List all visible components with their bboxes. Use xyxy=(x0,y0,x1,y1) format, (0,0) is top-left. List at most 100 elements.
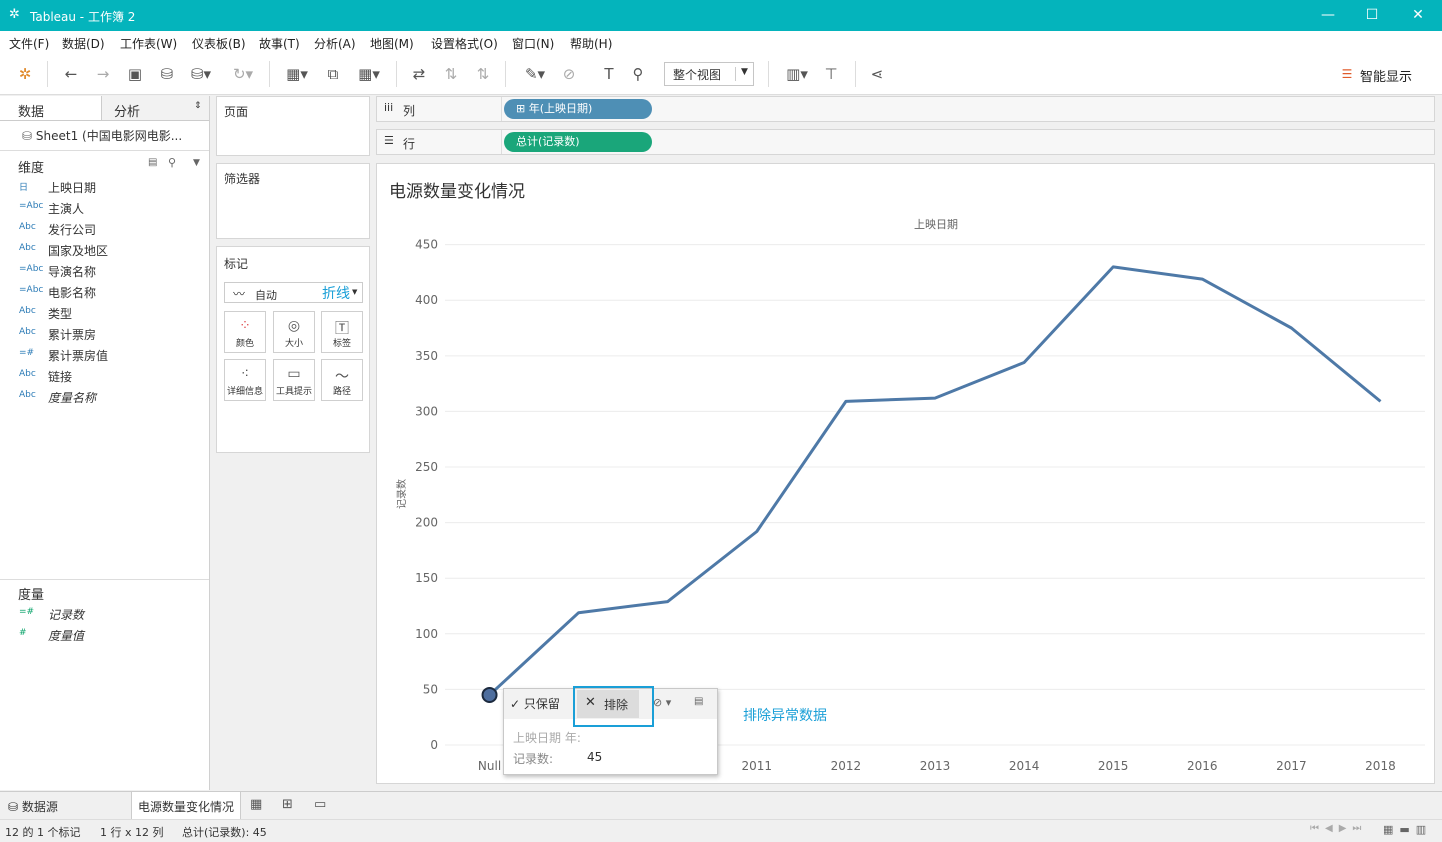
detail-button[interactable]: ⁖ 详细信息 xyxy=(224,359,266,401)
marks-label: 标记 xyxy=(224,257,249,271)
redo-icon[interactable]: → xyxy=(92,63,114,85)
status-marks: 12 的 1 个标记 xyxy=(5,826,81,839)
color-button[interactable]: ⁘ 颜色 xyxy=(224,311,266,353)
tooltip-field1-label: 上映日期 年: xyxy=(513,731,581,745)
save-icon[interactable]: ▣ xyxy=(124,63,146,85)
view-data-icon[interactable]: ▤ xyxy=(694,696,703,707)
pin-icon[interactable]: ⚲ xyxy=(627,63,649,85)
measure-field[interactable]: # 度量值 xyxy=(0,625,209,645)
group-icon[interactable]: ⊘ xyxy=(558,63,580,85)
show-cards-icon[interactable]: ▥▾ xyxy=(780,63,814,85)
menu-window[interactable]: 窗口(N) xyxy=(512,35,554,52)
dimension-field[interactable]: Abc 度量名称 xyxy=(0,387,209,407)
pause-update-icon[interactable]: ⛁▾ xyxy=(186,63,216,85)
dimension-field[interactable]: Abc 国家及地区 xyxy=(0,240,209,260)
datasource-tab[interactable]: ⛁ 数据源 xyxy=(8,798,58,815)
x-tick-label: 2018 xyxy=(1365,759,1396,773)
keep-only-button[interactable]: ✓ 只保留 xyxy=(510,695,560,712)
field-name: 累计票房值 xyxy=(48,349,109,363)
pages-card[interactable]: 页面 xyxy=(216,96,370,156)
sort-descending-icon[interactable]: ⇅ xyxy=(472,63,494,85)
close-button[interactable]: ✕ xyxy=(1403,4,1433,26)
share-icon[interactable]: ⋖ xyxy=(866,63,888,85)
tab-data[interactable]: 数据 xyxy=(0,96,101,121)
column-header: 上映日期 xyxy=(914,218,958,231)
dimension-field[interactable]: Abc 发行公司 xyxy=(0,219,209,239)
sheet-nav-icons[interactable]: ⏮◀▶⏭ xyxy=(1310,823,1367,834)
rows-shelf[interactable]: ☰ 行 总计(记录数) xyxy=(376,129,1435,155)
undo-icon[interactable]: ← xyxy=(60,63,82,85)
dimension-field[interactable]: 日 上映日期 xyxy=(0,177,209,197)
dimension-field[interactable]: Abc 类型 xyxy=(0,303,209,323)
field-name: 发行公司 xyxy=(48,223,97,237)
menu-worksheet[interactable]: 工作表(W) xyxy=(120,35,177,52)
datasource-tab-label: 数据源 xyxy=(21,800,58,814)
size-button[interactable]: ◎ 大小 xyxy=(273,311,315,353)
show-labels-icon[interactable]: T xyxy=(598,63,620,85)
datasource-item[interactable]: ⛁ Sheet1 (中国电影网电影... xyxy=(22,127,182,144)
menu-file[interactable]: 文件(F) xyxy=(9,35,49,52)
close-icon: ✕ xyxy=(585,695,596,710)
view-mode-icons[interactable]: ▦▬▥ xyxy=(1383,823,1432,836)
swap-rows-columns-icon[interactable]: ⇄ xyxy=(408,63,430,85)
columns-shelf[interactable]: iii 列 ⊞ 年(上映日期) xyxy=(376,96,1435,122)
highlight-icon[interactable]: ✎▾ xyxy=(518,63,552,85)
menu-bar: 文件(F) 数据(D) 工作表(W) 仪表板(B) 故事(T) 分析(A) 地图… xyxy=(0,31,1442,53)
dimension-field[interactable]: Abc 累计票房 xyxy=(0,324,209,344)
new-story-tab-icon[interactable]: ▭ xyxy=(314,797,326,812)
rows-pill[interactable]: 总计(记录数) xyxy=(504,132,652,152)
fit-dropdown[interactable]: 整个视图 ▼ xyxy=(664,62,754,86)
menu-format[interactable]: 设置格式(O) xyxy=(431,35,498,52)
minimize-button[interactable]: — xyxy=(1313,4,1343,26)
field-type-icon: =Abc xyxy=(19,264,44,274)
dropdown-icon[interactable]: ▼ xyxy=(193,158,200,168)
refresh-icon[interactable]: ↻▾ xyxy=(226,63,260,85)
dimension-field[interactable]: =Abc 电影名称 xyxy=(0,282,209,302)
measure-field[interactable]: =# 记录数 xyxy=(0,604,209,624)
menu-analysis[interactable]: 分析(A) xyxy=(314,35,356,52)
mark-type-dropdown[interactable]: 〰 自动 折线 ▼ xyxy=(224,282,363,303)
show-me-button[interactable]: 智能显示 xyxy=(1360,66,1412,85)
dimension-field[interactable]: =Abc 导演名称 xyxy=(0,261,209,281)
dimension-field[interactable]: Abc 链接 xyxy=(0,366,209,386)
field-type-icon: =Abc xyxy=(19,285,44,295)
maximize-button[interactable]: ☐ xyxy=(1357,4,1387,26)
dimension-field[interactable]: =# 累计票房值 xyxy=(0,345,209,365)
tooltip-button[interactable]: ▭ 工具提示 xyxy=(273,359,315,401)
search-icon[interactable]: ⚲ xyxy=(168,156,176,169)
new-dashboard-tab-icon[interactable]: ⊞ xyxy=(282,797,293,812)
selected-data-point[interactable] xyxy=(481,686,498,703)
line-mark-icon: 〰 xyxy=(233,287,246,301)
menu-dashboard[interactable]: 仪表板(B) xyxy=(192,35,246,52)
tab-analysis[interactable]: 分析 ⇕ xyxy=(101,96,209,121)
clear-sheet-icon[interactable]: ▦▾ xyxy=(352,63,386,85)
filters-card[interactable]: 筛选器 xyxy=(216,163,370,239)
path-label: 路径 xyxy=(332,387,351,397)
group-members-icon[interactable]: ⊘ ▾ xyxy=(653,696,671,709)
menu-map[interactable]: 地图(M) xyxy=(370,35,414,52)
dimension-field[interactable]: =Abc 主演人 xyxy=(0,198,209,218)
exclude-button[interactable]: ✕ 排除 xyxy=(577,690,639,718)
menu-story[interactable]: 故事(T) xyxy=(259,35,300,52)
new-worksheet-tab-icon[interactable]: ▦ xyxy=(250,797,262,812)
chevron-down-icon: ▼ xyxy=(352,288,358,296)
tableau-home-icon[interactable]: ✲ xyxy=(14,63,36,85)
marks-card: 标记 〰 自动 折线 ▼ ⁘ 颜色 ◎ 大小 🅃 标签 ⁖ 详细信息 ▭ 工具提示 〜路径 xyxy=(216,246,370,453)
sort-ascending-icon[interactable]: ⇅ xyxy=(440,63,462,85)
presentation-mode-icon[interactable]: ⊤ xyxy=(820,63,842,85)
path-icon: 〜 xyxy=(335,369,349,385)
field-name: 链接 xyxy=(48,370,73,384)
menu-data[interactable]: 数据(D) xyxy=(62,35,105,52)
new-datasource-icon[interactable]: ⛁ xyxy=(156,63,178,85)
columns-pill[interactable]: ⊞ 年(上映日期) xyxy=(504,99,652,119)
check-icon: ✓ xyxy=(510,697,524,711)
path-button[interactable]: 〜路径 xyxy=(321,359,363,401)
label-button[interactable]: 🅃 标签 xyxy=(321,311,363,353)
list-view-icon[interactable]: ▤ xyxy=(148,157,157,168)
new-worksheet-icon[interactable]: ▦▾ xyxy=(280,63,314,85)
detail-label: 详细信息 xyxy=(226,387,263,397)
menu-help[interactable]: 帮助(H) xyxy=(570,35,612,52)
sort-arrows-icon: ⇕ xyxy=(194,101,202,111)
duplicate-sheet-icon[interactable]: ⧉ xyxy=(322,63,344,85)
sheet-tab[interactable]: 电源数量变化情况 xyxy=(131,792,241,819)
